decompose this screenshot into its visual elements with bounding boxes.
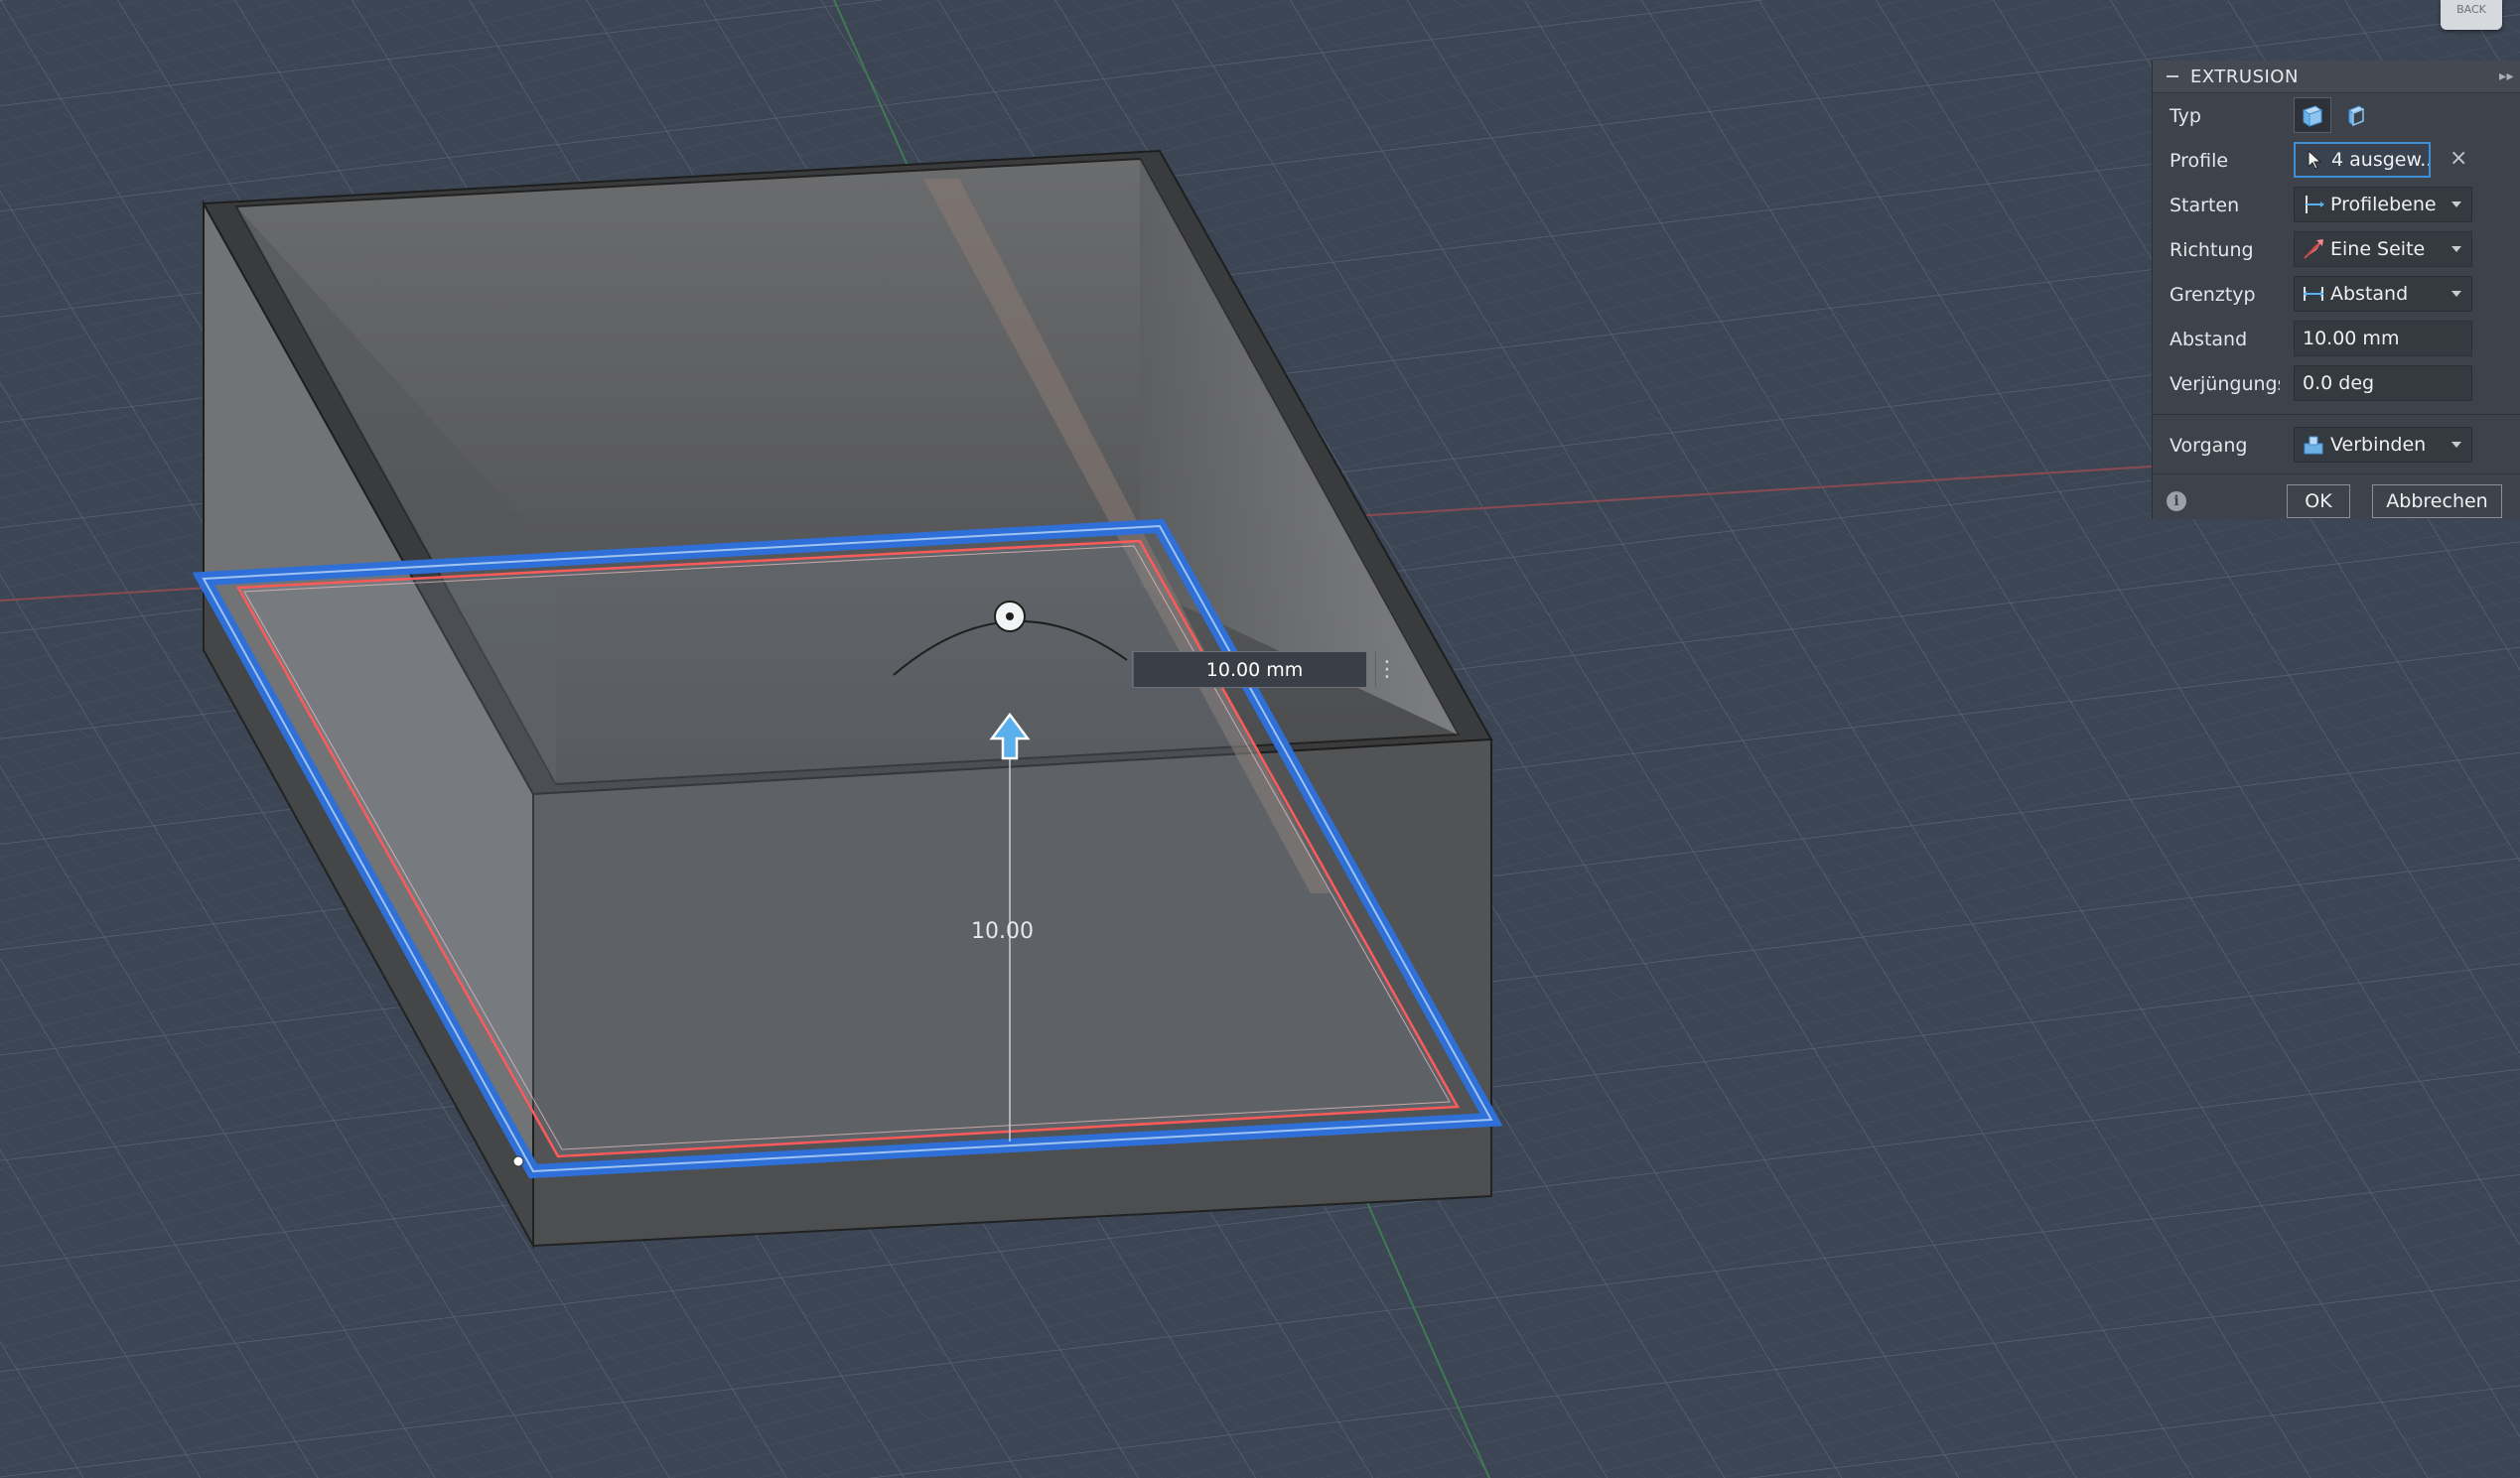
chevron-down-icon [2451, 442, 2461, 448]
cursor-arrow-icon [2304, 149, 2325, 171]
profile-plane-icon [2303, 194, 2324, 215]
vorgang-label: Vorgang [2170, 434, 2248, 457]
richtung-value: Eine Seite [2330, 238, 2426, 260]
profile-label: Profile [2170, 149, 2229, 172]
panel-title: EXTRUSION [2190, 66, 2299, 87]
chevron-down-icon [2451, 291, 2461, 297]
one-side-direction-icon [2303, 238, 2324, 260]
info-icon[interactable]: i [2167, 491, 2186, 511]
thin-extrude-icon [2347, 105, 2365, 127]
row-vorgang: Vorgang Verbinden [2153, 423, 2520, 468]
row-profile: Profile 4 ausgew... × [2153, 138, 2520, 183]
dimension-input-box[interactable]: ⋮ [1132, 651, 1398, 688]
join-operation-icon [2303, 434, 2324, 456]
clear-selection-icon[interactable]: × [2450, 146, 2467, 171]
profile-selection-value: 4 ausgew... [2331, 149, 2429, 171]
collapse-icon[interactable] [2167, 75, 2178, 77]
typ-label: Typ [2170, 104, 2201, 127]
richtung-dropdown[interactable]: Eine Seite [2294, 231, 2472, 267]
starten-value: Profilebene [2330, 194, 2437, 215]
row-starten: Starten Profilebene [2153, 183, 2520, 227]
panel-header: EXTRUSION ▸▸ [2153, 61, 2520, 93]
row-richtung: Richtung Eine Seite [2153, 227, 2520, 272]
vorgang-value: Verbinden [2330, 434, 2427, 456]
row-verjuengung: Verjüngungs... [2153, 361, 2520, 406]
panel-footer: i OK Abbrechen [2153, 473, 2520, 528]
row-abstand: Abstand [2153, 317, 2520, 361]
rotation-handle-dot [1006, 612, 1014, 620]
distance-icon [2303, 283, 2324, 305]
view-cube[interactable]: BACK [2441, 0, 2502, 30]
dimension-label: 10.00 [971, 919, 1034, 944]
corner-point [512, 1155, 524, 1167]
starten-dropdown[interactable]: Profilebene [2294, 187, 2472, 222]
extrusion-panel: EXTRUSION ▸▸ Typ Profile 4 ausgew... × S… [2152, 61, 2520, 519]
verjuengung-field[interactable] [2294, 365, 2472, 401]
chevron-down-icon [2451, 202, 2461, 207]
abstand-input[interactable] [2303, 328, 2471, 349]
canvas-viewport[interactable] [0, 0, 2520, 1478]
starten-label: Starten [2170, 194, 2240, 216]
type-solid-button[interactable] [2294, 97, 2331, 133]
richtung-label: Richtung [2170, 238, 2254, 261]
grenztyp-value: Abstand [2330, 283, 2409, 305]
abstand-field[interactable] [2294, 321, 2472, 356]
chevron-down-icon [2451, 246, 2461, 252]
panel-divider [2153, 414, 2520, 415]
verjuengung-label: Verjüngungs... [2170, 372, 2280, 395]
dimension-input[interactable] [1134, 652, 1375, 687]
expand-panel-icon[interactable]: ▸▸ [2499, 68, 2520, 84]
more-options-icon[interactable]: ⋮ [1375, 652, 1398, 687]
row-grenztyp: Grenztyp Abstand [2153, 272, 2520, 317]
row-typ: Typ [2153, 93, 2520, 138]
abstand-label: Abstand [2170, 328, 2248, 350]
grenztyp-label: Grenztyp [2170, 283, 2256, 306]
profile-selection-button[interactable]: 4 ausgew... [2294, 142, 2431, 178]
type-thin-button[interactable] [2337, 97, 2375, 133]
solid-extrude-icon [2302, 105, 2323, 127]
ok-button[interactable]: OK [2287, 484, 2350, 518]
cancel-button[interactable]: Abbrechen [2372, 484, 2502, 518]
verjuengung-input[interactable] [2303, 372, 2471, 394]
vorgang-dropdown[interactable]: Verbinden [2294, 427, 2472, 463]
grenztyp-dropdown[interactable]: Abstand [2294, 276, 2472, 312]
